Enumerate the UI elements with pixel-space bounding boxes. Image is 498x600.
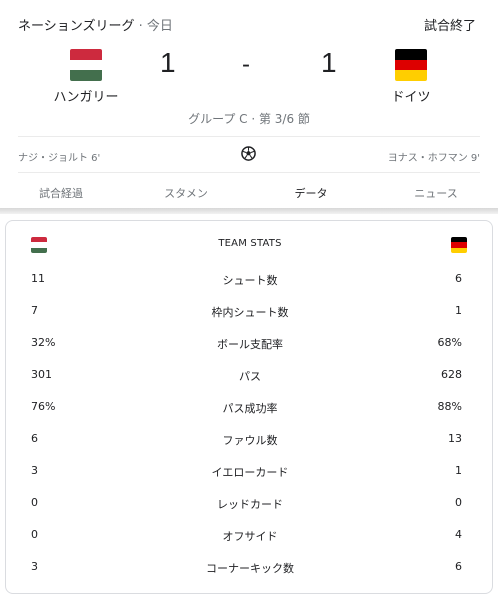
soccer-ball-icon <box>241 146 256 161</box>
away-score: 1 <box>321 47 337 78</box>
stat-away-value: 0 <box>455 496 462 509</box>
team-stats-card: TEAM STATS 11 シュート数 6 7 枠内シュート数 1 32% ボー… <box>5 220 493 594</box>
stat-away-value: 1 <box>455 464 462 477</box>
stat-away-value: 88% <box>437 400 462 413</box>
stat-label: パス <box>239 370 261 383</box>
away-team-flag-icon[interactable] <box>395 49 427 81</box>
stat-row-pass-accuracy: 76% パス成功率 88% <box>6 397 494 417</box>
away-flag-band-top <box>395 49 427 60</box>
away-goal-scorer: ヨナス・ホフマン 9' <box>387 153 480 164</box>
stat-row-shots-on-target: 7 枠内シュート数 1 <box>6 301 494 321</box>
home-flag-band-top <box>70 49 102 60</box>
stat-label: ボール支配率 <box>217 338 283 351</box>
stat-away-value: 4 <box>455 528 462 541</box>
stat-row-shots: 11 シュート数 6 <box>6 269 494 289</box>
divider <box>18 172 480 173</box>
goal-scorers: ナジ・ジョルト 6' ヨナス・ホフマン 9' <box>0 146 498 166</box>
tab-timeline[interactable]: 試合経過 <box>11 185 111 201</box>
stat-label: ファウル数 <box>222 434 278 447</box>
league-date-separator: · <box>138 19 143 34</box>
score-separator: - <box>242 51 250 78</box>
away-team-flag-icon <box>451 237 467 253</box>
home-flag-band-bottom <box>70 70 102 81</box>
stat-row-corners: 3 コーナーキック数 6 <box>6 557 494 577</box>
away-team-name[interactable]: ドイツ <box>356 86 466 105</box>
stat-row-offsides: 0 オフサイド 4 <box>6 525 494 545</box>
stat-away-value: 13 <box>448 432 462 445</box>
stats-header: TEAM STATS <box>6 235 494 255</box>
stat-label: パス成功率 <box>222 402 278 415</box>
stat-label: イエローカード <box>211 466 289 479</box>
stat-away-value: 68% <box>437 336 462 349</box>
match-tabs: 試合経過 スタメン データ ニュース <box>0 174 498 212</box>
tabs-bottom-shadow <box>0 208 498 214</box>
stat-row-possession: 32% ボール支配率 68% <box>6 333 494 353</box>
away-flag-band-bottom <box>451 247 467 253</box>
home-score: 1 <box>160 47 176 78</box>
away-flag-band-middle <box>395 59 427 71</box>
stat-row-yellow-cards: 3 イエローカード 1 <box>6 461 494 481</box>
stat-label: レッドカード <box>217 498 283 511</box>
stat-row-passes: 301 パス 628 <box>6 365 494 385</box>
stat-label: オフサイド <box>222 530 278 543</box>
stat-row-red-cards: 0 レッドカード 0 <box>6 493 494 513</box>
divider <box>18 136 480 137</box>
match-header: ネーションズリーグ · 今日 試合終了 <box>0 0 498 40</box>
group-round-info: グループ C · 第 3/6 節 <box>188 112 310 126</box>
stat-label: シュート数 <box>222 274 278 287</box>
league-info[interactable]: ネーションズリーグ · 今日 <box>18 15 173 34</box>
stats-title: TEAM STATS <box>218 238 282 249</box>
league-name[interactable]: ネーションズリーグ <box>18 19 134 34</box>
tab-lineups[interactable]: スタメン <box>136 185 236 201</box>
away-flag-band-bottom <box>395 70 427 81</box>
tab-stats[interactable]: データ <box>261 185 361 201</box>
match-date: 今日 <box>146 19 173 34</box>
home-team-flag-icon[interactable] <box>70 49 102 81</box>
stat-label: 枠内シュート数 <box>211 306 289 319</box>
stat-row-fouls: 6 ファウル数 13 <box>6 429 494 449</box>
home-goal-scorer: ナジ・ジョルト 6' <box>18 153 101 164</box>
stat-away-value: 6 <box>455 560 462 573</box>
match-status: 試合終了 <box>423 19 476 34</box>
home-flag-band-middle <box>70 59 102 71</box>
home-team-name[interactable]: ハンガリー <box>31 86 141 105</box>
stat-away-value: 1 <box>455 304 462 317</box>
stat-away-value: 6 <box>455 272 462 285</box>
tab-news[interactable]: ニュース <box>386 185 486 201</box>
stat-away-value: 628 <box>441 368 462 381</box>
stat-label: コーナーキック数 <box>206 562 294 575</box>
